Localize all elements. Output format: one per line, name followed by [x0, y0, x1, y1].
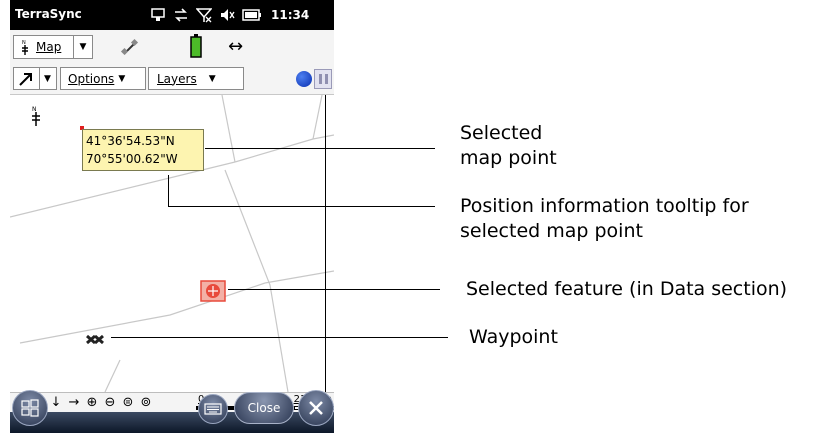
satellite-icon — [120, 38, 139, 56]
chevron-down-icon[interactable]: ▼ — [73, 36, 92, 58]
clock: 11:34 — [271, 8, 310, 22]
longitude-value: 70°55'00.62"W — [86, 152, 178, 166]
arrow-cursor-icon — [19, 72, 32, 86]
callout-line-tooltip-h — [168, 206, 435, 207]
callout-waypoint: Waypoint — [469, 326, 558, 348]
volume-off-icon — [221, 9, 235, 21]
layers-label: Layers — [157, 71, 197, 86]
chevron-down-icon[interactable]: ▼ — [44, 74, 51, 84]
section-dropdown[interactable]: N Map ▼ — [13, 35, 93, 59]
map-separator-line — [325, 95, 326, 392]
close-icon — [309, 401, 323, 415]
callout-selected-point: Selected map point — [460, 122, 557, 169]
pan-down-button[interactable]: ↓ — [48, 395, 64, 410]
layers-menu-button[interactable]: Layers ▼ — [148, 67, 244, 90]
record-button[interactable] — [296, 71, 312, 87]
close-button[interactable]: Close — [234, 392, 294, 424]
north-arrow-icon: N — [32, 106, 40, 126]
section-label: Map — [36, 40, 62, 54]
north-arrow-icon: N — [22, 40, 28, 55]
callout-line-selected-point — [205, 148, 435, 149]
selected-feature-icon[interactable] — [200, 280, 226, 302]
swap-arrows-icon: ↔ — [228, 36, 244, 57]
app-title: TerraSync — [15, 7, 82, 21]
zoom-out-button[interactable]: ⊖ — [102, 395, 118, 410]
zoom-in-button[interactable]: ⊕ — [84, 395, 100, 410]
gnss-battery-icon — [190, 34, 202, 58]
sync-icon — [151, 8, 165, 21]
chevron-down-icon: ▼ — [118, 73, 126, 84]
battery-icon — [242, 9, 261, 21]
select-tool-button[interactable]: ▼ — [13, 67, 57, 90]
waypoint-icon[interactable] — [85, 333, 105, 347]
callout-feature: Selected feature (in Data section) — [466, 278, 788, 300]
pause-button[interactable] — [314, 69, 332, 89]
pan-right-button[interactable]: → — [66, 395, 82, 410]
section-bar: N Map ▼ ↔ — [10, 30, 334, 64]
position-tooltip: 41°36'54.53"N 70°55'00.62"W — [82, 129, 204, 171]
connectivity-icon — [175, 8, 187, 22]
windows-logo-icon — [21, 399, 39, 417]
device-screen: TerraSync 11:34 N Map ▼ ↔ ▼ Options ▼ La… — [10, 0, 334, 433]
callout-line-waypoint — [111, 337, 448, 338]
options-label: Options — [68, 71, 115, 86]
zoom-layer-button[interactable]: ⊚ — [138, 395, 154, 410]
options-menu-button[interactable]: Options ▼ — [60, 67, 146, 90]
svg-text:N: N — [32, 106, 37, 113]
title-bar: TerraSync 11:34 — [10, 0, 334, 30]
signal-off-icon — [196, 8, 212, 23]
toolbar: ▼ Options ▼ Layers ▼ — [10, 64, 334, 95]
keyboard-icon — [204, 403, 222, 415]
latitude-value: 41°36'54.53"N — [86, 134, 175, 148]
zoom-extents-button[interactable]: ⊜ — [120, 395, 136, 410]
callout-line-feature — [228, 289, 440, 290]
status-icons: 11:34 — [150, 4, 309, 26]
chevron-down-icon: ▼ — [208, 73, 216, 84]
start-button[interactable] — [12, 390, 48, 426]
callout-tooltip: Position information tooltip for selecte… — [460, 195, 749, 242]
map-canvas[interactable]: N 41°36'54.53"N 70°55'00.62"W — [10, 95, 334, 392]
keyboard-button[interactable] — [198, 394, 228, 424]
callout-line-tooltip-v — [168, 175, 169, 206]
dismiss-button[interactable] — [298, 390, 334, 426]
